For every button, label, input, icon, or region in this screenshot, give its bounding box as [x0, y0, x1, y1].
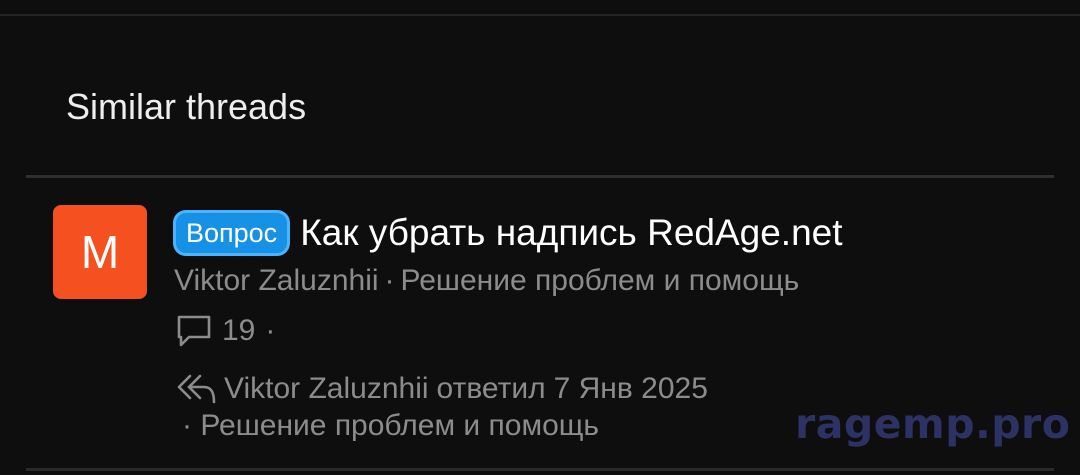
meta-separator: ·: [384, 264, 395, 297]
thread-stats: 19 ·: [176, 314, 275, 348]
avatar[interactable]: M: [53, 205, 147, 299]
last-reply-user-link[interactable]: Viktor Zaluznhii: [224, 372, 429, 406]
thread-prefix-badge[interactable]: Вопрос: [173, 210, 291, 256]
stats-separator: ·: [265, 314, 276, 347]
thread-title-row: Вопрос Как убрать надпись RedAge.net: [173, 210, 843, 256]
comment-icon: [177, 315, 211, 347]
forum-separator: ·: [182, 409, 192, 442]
bottom-divider: [26, 468, 1054, 471]
reply-icon: [177, 374, 216, 404]
reply-count: 19: [222, 314, 256, 347]
thread-meta: Viktor Zaluznhii · Решение проблем и помощ…: [174, 264, 799, 298]
last-reply-forum-row: · Решение проблем и помощь: [182, 409, 599, 443]
thread-author-link[interactable]: Viktor Zaluznhii: [174, 264, 379, 297]
last-reply-date[interactable]: 7 Янв 2025: [554, 372, 708, 406]
site-watermark: ragemp.pro: [795, 400, 1071, 448]
top-divider: [0, 14, 1080, 16]
last-reply-forum-link[interactable]: Решение проблем и помощь: [200, 409, 599, 442]
section-divider: [26, 175, 1054, 178]
avatar-letter: M: [80, 226, 120, 278]
thread-title-link[interactable]: Как убрать надпись RedAge.net: [300, 212, 842, 254]
section-title: Similar threads: [66, 86, 307, 127]
last-reply-action: ответил: [436, 372, 546, 405]
last-reply-row: Viktor Zaluznhii ответил 7 Янв 2025: [176, 372, 708, 406]
thread-forum-link[interactable]: Решение проблем и помощь: [401, 264, 800, 297]
